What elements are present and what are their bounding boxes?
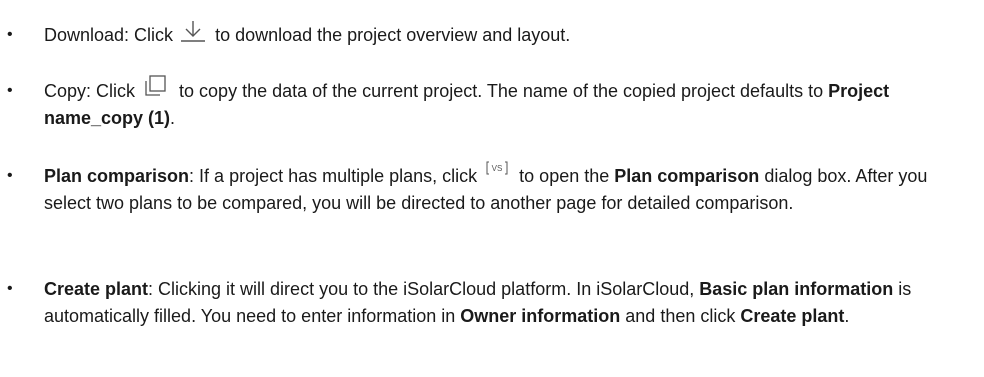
create-plant-description: Create plant: Clicking it will direct yo… xyxy=(44,276,954,329)
bullet-marker: • xyxy=(7,280,13,297)
plan-comparison-title-bold: Plan comparison xyxy=(44,166,190,186)
vs-icon: VS xyxy=(486,160,508,176)
download-text-post: to download the project overview and lay… xyxy=(210,25,571,45)
download-description: Download: Click to download the project … xyxy=(44,19,954,49)
owner-information-bold: Owner information xyxy=(460,305,621,326)
create-plant-text-post: . xyxy=(844,305,850,326)
bullet-marker: • xyxy=(7,167,13,184)
basic-plan-information-bold: Basic plan information xyxy=(699,279,894,299)
plan-comparison-text-1: : If a project has multiple plans, click xyxy=(189,166,483,186)
copy-icon xyxy=(142,74,168,98)
copy-description: Copy: Click to copy the data of the curr… xyxy=(44,75,954,131)
create-plant-action-bold: Create plant xyxy=(740,305,845,326)
plan-comparison-dialog-bold: Plan comparison xyxy=(614,166,760,186)
copy-text-mid: to copy the data of the current project.… xyxy=(174,81,829,101)
download-icon xyxy=(178,19,208,45)
document-body: • Download: Click to download the projec… xyxy=(0,0,984,377)
bullet-marker: • xyxy=(7,82,13,99)
copy-text-pre: Copy: Click xyxy=(44,81,141,101)
vs-icon-label: VS xyxy=(492,164,503,173)
copy-text-post: . xyxy=(170,107,176,128)
plan-comparison-text-2: to open the xyxy=(514,166,615,186)
download-text-pre: Download: Click xyxy=(44,25,179,45)
create-plant-title-bold: Create plant xyxy=(44,279,149,299)
create-plant-text-1: : Clicking it will direct you to the iSo… xyxy=(148,279,700,299)
create-plant-text-3: and then click xyxy=(620,305,741,326)
plan-comparison-description: Plan comparison: If a project has multip… xyxy=(44,160,954,216)
bullet-marker: • xyxy=(7,26,13,43)
